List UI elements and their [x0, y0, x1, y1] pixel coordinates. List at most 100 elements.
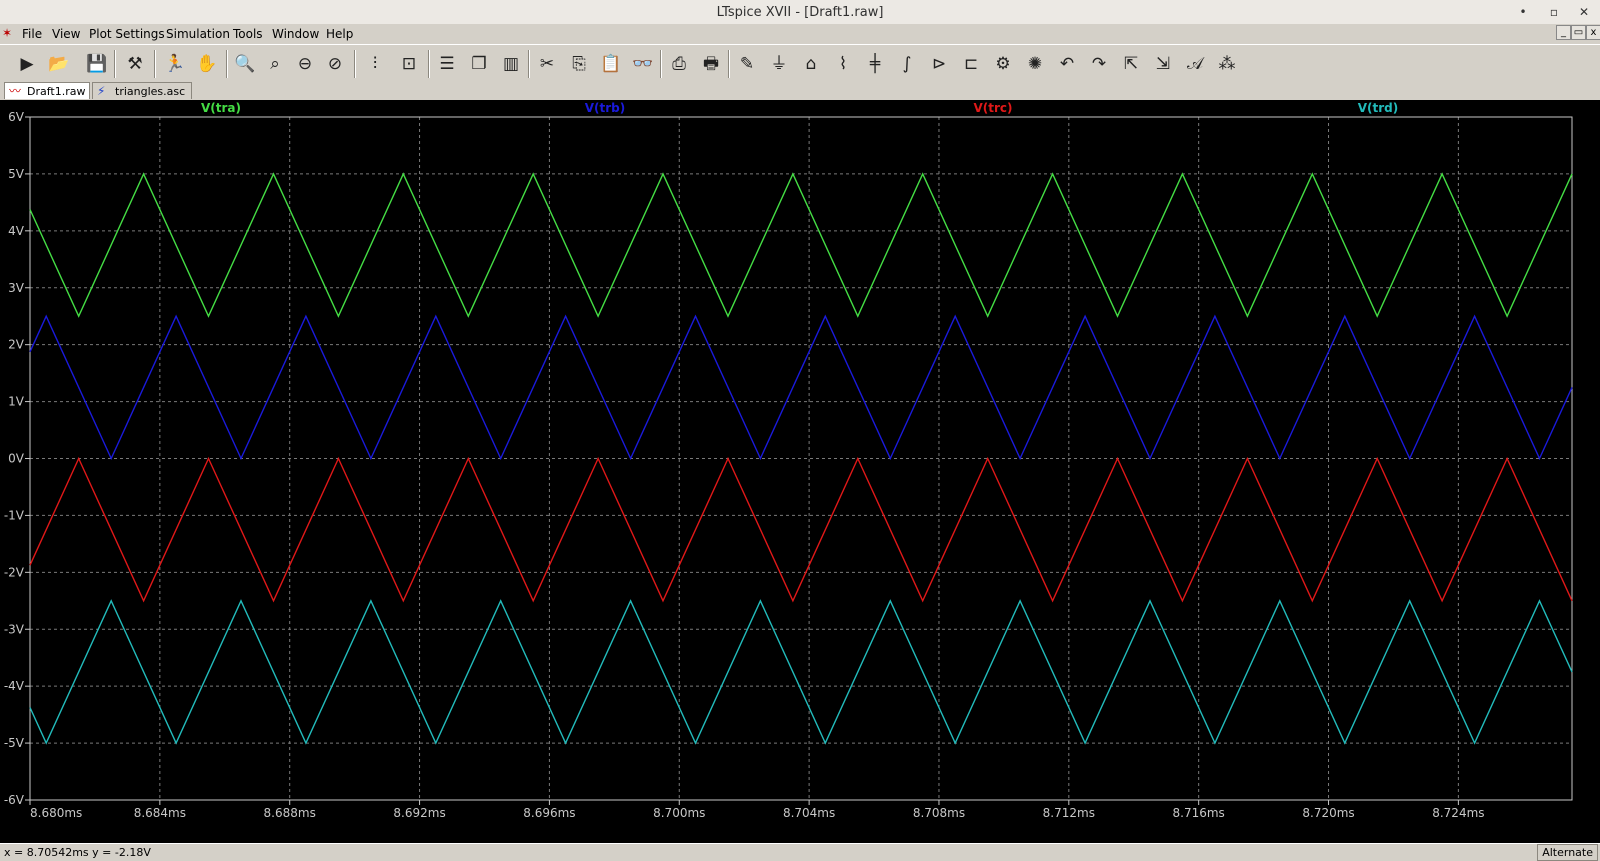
toolbar: ▶ 📂 💾 ⚒ 🏃 ✋ 🔍 ⌕ ⊖ ⊘ ⫶ ⊡ ☰ ❐ ▥ ✂ ⎘ 📋 👓 ⎙ …	[0, 44, 1600, 84]
tile-vertical-icon[interactable]: ▥	[498, 51, 524, 77]
legend-vtrc[interactable]: V(trc)	[973, 101, 1012, 115]
inductor-icon[interactable]: ∫	[894, 51, 920, 77]
ltspice-app-icon[interactable]: ✶	[2, 26, 16, 40]
trace-vtrd	[29, 599, 1573, 745]
menu-plot-settings[interactable]: Plot Settings	[89, 27, 165, 41]
mode-indicator: Alternate	[1537, 844, 1598, 861]
legend-vtrd[interactable]: V(trd)	[1358, 101, 1399, 115]
x-tick-label: 8.696ms	[523, 806, 575, 820]
y-tick-label: -2V	[4, 565, 25, 579]
menu-window[interactable]: Window	[272, 27, 319, 41]
rotate-icon[interactable]: ⚙	[990, 51, 1016, 77]
schematic-tab-icon: ⚡	[97, 84, 106, 98]
window-restore-button[interactable]: ▫	[1544, 2, 1564, 22]
waveform-chart[interactable]: 6V 5V 4V 3V 2V 1V 0V -1V -2V -3V -4V -5V -6V 8.680ms…	[0, 100, 1600, 843]
y-tick-label: 2V	[8, 338, 25, 352]
window-minimize-button[interactable]: •	[1513, 2, 1533, 22]
ground-icon[interactable]: ⏚	[766, 51, 792, 77]
window-close-button[interactable]: ✕	[1574, 2, 1594, 22]
zoom-pan-icon[interactable]: ⌕	[262, 51, 288, 77]
tab-triangles-asc[interactable]: ⚡ triangles.asc	[92, 82, 192, 99]
y-tick-label: 1V	[8, 395, 25, 409]
halt-hand-icon[interactable]: ✋	[194, 51, 220, 77]
cut-icon[interactable]: ✂	[534, 51, 560, 77]
undo-icon[interactable]: ↶	[1054, 51, 1080, 77]
y-tick-label: 3V	[8, 281, 25, 295]
mdi-close-button[interactable]: x	[1586, 25, 1600, 40]
trace-vtrb	[29, 314, 1573, 461]
zoom-in-icon[interactable]: 🔍	[232, 51, 258, 77]
resistor-icon[interactable]: ⌇	[830, 51, 856, 77]
waveform-plot-pane[interactable]: 6V 5V 4V 3V 2V 1V 0V -1V -2V -3V -4V -5V -6V 8.680ms…	[0, 100, 1600, 843]
menu-bar: ✶ File View Plot Settings Simulation Too…	[0, 24, 1600, 44]
y-tick-label: 4V	[8, 224, 25, 238]
x-tick-label: 8.708ms	[913, 806, 965, 820]
print-icon[interactable]: ⎙	[666, 51, 692, 77]
trace-vtrc	[29, 456, 1573, 603]
trace-legend: V(tra) V(trb) V(trc) V(trd)	[201, 101, 1398, 115]
legend-vtra[interactable]: V(tra)	[201, 101, 241, 115]
y-tick-label: 5V	[8, 167, 25, 181]
waveform-tab-icon: 〰	[9, 84, 22, 98]
y-tick-label: 0V	[8, 452, 25, 466]
capacitor-icon[interactable]: ╪	[862, 51, 888, 77]
pick-trace-icon[interactable]: ⊡	[396, 51, 422, 77]
diode-icon[interactable]: ⊳	[926, 51, 952, 77]
mdi-restore-button[interactable]: ▭	[1571, 25, 1586, 40]
y-tick-label: 6V	[8, 110, 25, 124]
move-icon[interactable]: ⇱	[1118, 51, 1144, 77]
run-man-icon[interactable]: 🏃	[162, 51, 188, 77]
x-tick-label: 8.704ms	[783, 806, 835, 820]
label-net-icon[interactable]: ⌂	[798, 51, 824, 77]
menu-help[interactable]: Help	[326, 27, 353, 41]
menu-view[interactable]: View	[52, 27, 80, 41]
tab-bar: 〰 Draft1.raw ⚡ triangles.asc	[0, 82, 1600, 100]
y-tick-label: -3V	[4, 622, 25, 636]
x-tick-label: 8.724ms	[1432, 806, 1484, 820]
x-tick-label: 8.692ms	[393, 806, 445, 820]
menu-simulation[interactable]: Simulation	[166, 27, 230, 41]
copy-icon[interactable]: ⎘	[566, 51, 592, 77]
menu-tools[interactable]: Tools	[233, 27, 263, 41]
open-icon[interactable]: 📂	[46, 51, 72, 77]
legend-vtrb[interactable]: V(trb)	[585, 101, 626, 115]
y-tick-label: -1V	[4, 508, 25, 522]
tile-horizontal-icon[interactable]: ☰	[434, 51, 460, 77]
y-tick-label: -6V	[4, 793, 25, 807]
component-icon[interactable]: ⊏	[958, 51, 984, 77]
tab-label: Draft1.raw	[27, 85, 86, 98]
zoom-cancel-icon[interactable]: ⊘	[322, 51, 348, 77]
window-title: LTspice XVII - [Draft1.raw]	[716, 5, 884, 20]
drag-icon[interactable]: ⇲	[1150, 51, 1176, 77]
paste-icon[interactable]: 📋	[598, 51, 624, 77]
y-tick-label: -4V	[4, 679, 25, 693]
x-tick-label: 8.716ms	[1173, 806, 1225, 820]
cursor-coordinates: x = 8.70542ms y = -2.18V	[4, 846, 151, 859]
save-icon[interactable]: 💾	[84, 51, 110, 77]
x-tick-label: 8.680ms	[30, 806, 82, 820]
control-panel-icon[interactable]: ⚒	[122, 51, 148, 77]
x-tick-label: 8.712ms	[1043, 806, 1095, 820]
y-axis-labels: 6V 5V 4V 3V 2V 1V 0V -1V -2V -3V -4V -5V -6V	[4, 110, 25, 807]
x-tick-label: 8.720ms	[1302, 806, 1354, 820]
title-bar: LTspice XVII - [Draft1.raw] • ▫ ✕	[0, 0, 1600, 25]
zoom-out-icon[interactable]: ⊖	[292, 51, 318, 77]
find-icon[interactable]: 👓	[630, 51, 656, 77]
text-icon[interactable]: 𝒜	[1182, 51, 1208, 77]
mirror-icon[interactable]: ✺	[1022, 51, 1048, 77]
y-tick-label: -5V	[4, 736, 25, 750]
cascade-icon[interactable]: ❐	[466, 51, 492, 77]
x-axis-labels: 8.680ms 8.684ms 8.688ms 8.692ms 8.696ms 8.700…	[30, 806, 1485, 820]
run-icon[interactable]: ▶	[14, 51, 40, 77]
redo-icon[interactable]: ↷	[1086, 51, 1112, 77]
trace-vtra	[29, 172, 1573, 318]
menu-file[interactable]: File	[22, 27, 42, 41]
wire-icon[interactable]: ✎	[734, 51, 760, 77]
autoscale-icon[interactable]: ⫶	[362, 51, 388, 77]
tab-draft1-raw[interactable]: 〰 Draft1.raw	[4, 82, 90, 99]
print-setup-icon[interactable]: 🖶	[698, 51, 724, 77]
plot-grid	[25, 116, 1572, 805]
mdi-minimize-button[interactable]: _	[1556, 25, 1571, 40]
status-bar: x = 8.70542ms y = -2.18V Alternate	[0, 843, 1600, 861]
spice-directive-icon[interactable]: ⁂	[1214, 51, 1240, 77]
